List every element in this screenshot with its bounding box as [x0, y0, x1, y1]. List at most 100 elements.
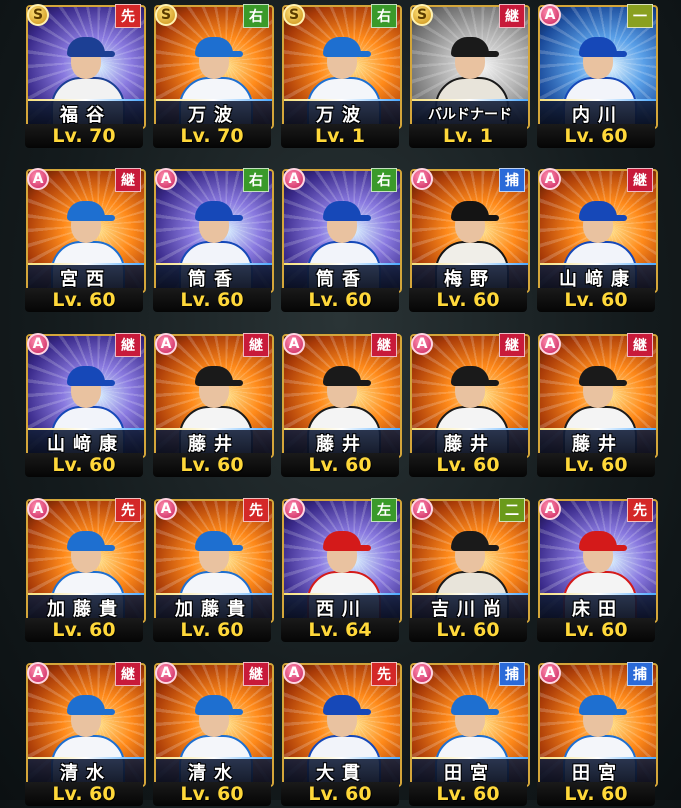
level-label: Lv. 60 — [537, 453, 655, 477]
name-bar: 藤井 — [156, 428, 272, 456]
rank-badge: A — [155, 498, 177, 520]
player-card[interactable]: 藤井 A 継 Lv. 60 — [153, 331, 274, 479]
level-label: Lv. 60 — [409, 453, 527, 477]
position-badge: 先 — [115, 4, 141, 28]
player-card[interactable]: 福谷 S 先 Lv. 70 — [25, 2, 146, 150]
rank-badge: A — [283, 168, 305, 190]
position-badge: 継 — [243, 333, 269, 357]
player-card[interactable]: 加藤貴 A 先 Lv. 60 — [25, 496, 146, 644]
name-bar: 吉川尚 — [412, 593, 528, 621]
position-badge: 継 — [243, 662, 269, 686]
player-cap — [67, 37, 115, 57]
level-label: Lv. 60 — [25, 782, 143, 806]
player-card[interactable]: 万波 S 右 Lv. 1 — [281, 2, 402, 150]
player-cap — [579, 531, 627, 551]
position-badge: 継 — [499, 333, 525, 357]
rank-badge: A — [283, 498, 305, 520]
name-bar: 藤井 — [540, 428, 656, 456]
rank-badge: A — [539, 498, 561, 520]
position-badge: 右 — [371, 168, 397, 192]
name-bar: 万波 — [284, 99, 400, 127]
level-label: Lv. 60 — [281, 782, 399, 806]
name-bar: 清水 — [28, 757, 144, 785]
player-card[interactable]: 藤井 A 継 Lv. 60 — [537, 331, 658, 479]
position-badge: 継 — [627, 333, 653, 357]
player-cap — [195, 366, 243, 386]
player-card[interactable]: バルドナード S 継 Lv. 1 — [409, 2, 530, 150]
player-card[interactable]: 西川 A 左 Lv. 64 — [281, 496, 402, 644]
player-card[interactable]: 筒香 A 右 Lv. 60 — [153, 166, 274, 314]
level-label: Lv. 60 — [537, 618, 655, 642]
name-bar: 梅野 — [412, 263, 528, 291]
position-badge: 継 — [115, 662, 141, 686]
player-name: バルドナード — [428, 107, 512, 123]
position-badge: 継 — [371, 333, 397, 357]
player-cap — [579, 366, 627, 386]
player-cap — [579, 695, 627, 715]
player-card[interactable]: 加藤貴 A 先 Lv. 60 — [153, 496, 274, 644]
player-cap — [451, 201, 499, 221]
player-card[interactable]: 清水 A 継 Lv. 60 — [25, 660, 146, 808]
name-bar: 床田 — [540, 593, 656, 621]
player-card[interactable]: 万波 S 右 Lv. 70 — [153, 2, 274, 150]
rank-badge: A — [27, 498, 49, 520]
level-label: Lv. 60 — [153, 782, 271, 806]
level-label: Lv. 60 — [409, 618, 527, 642]
level-label: Lv. 60 — [153, 288, 271, 312]
player-card[interactable]: 山﨑康 A 継 Lv. 60 — [537, 166, 658, 314]
player-card[interactable]: 山﨑康 A 継 Lv. 60 — [25, 331, 146, 479]
position-badge: 先 — [115, 498, 141, 522]
rank-badge: A — [411, 662, 433, 684]
name-bar: 藤井 — [412, 428, 528, 456]
position-badge: 捕 — [499, 662, 525, 686]
player-cap — [67, 695, 115, 715]
player-card[interactable]: 大貫 A 先 Lv. 60 — [281, 660, 402, 808]
level-label: Lv. 64 — [281, 618, 399, 642]
player-card[interactable]: 田宮 A 捕 Lv. 60 — [409, 660, 530, 808]
rank-badge: S — [27, 4, 49, 26]
rank-badge: A — [411, 498, 433, 520]
name-bar: 福谷 — [28, 99, 144, 127]
name-bar: 内川 — [540, 99, 656, 127]
rank-badge: A — [27, 662, 49, 684]
position-badge: 先 — [243, 498, 269, 522]
player-card[interactable]: 藤井 A 継 Lv. 60 — [409, 331, 530, 479]
position-badge: 先 — [371, 662, 397, 686]
name-bar: 万波 — [156, 99, 272, 127]
player-cap — [451, 695, 499, 715]
player-card[interactable]: 清水 A 継 Lv. 60 — [153, 660, 274, 808]
player-cap — [451, 531, 499, 551]
player-card[interactable]: 内川 A 一 Lv. 60 — [537, 2, 658, 150]
rank-badge: A — [155, 168, 177, 190]
level-label: Lv. 1 — [281, 124, 399, 148]
name-bar: 田宮 — [540, 757, 656, 785]
player-card[interactable]: 筒香 A 右 Lv. 60 — [281, 166, 402, 314]
name-bar: 加藤貴 — [156, 593, 272, 621]
position-badge: 捕 — [499, 168, 525, 192]
rank-badge: S — [411, 4, 433, 26]
position-badge: 右 — [243, 168, 269, 192]
player-card[interactable]: 宮西 A 継 Lv. 60 — [25, 166, 146, 314]
player-cap — [195, 531, 243, 551]
level-label: Lv. 60 — [25, 618, 143, 642]
player-card[interactable]: 梅野 A 捕 Lv. 60 — [409, 166, 530, 314]
position-badge: 継 — [115, 333, 141, 357]
name-bar: 宮西 — [28, 263, 144, 291]
name-bar: 西川 — [284, 593, 400, 621]
player-cap — [323, 695, 371, 715]
player-card[interactable]: 吉川尚 A 二 Lv. 60 — [409, 496, 530, 644]
position-badge: 右 — [371, 4, 397, 28]
player-card[interactable]: 藤井 A 継 Lv. 60 — [281, 331, 402, 479]
rank-badge: A — [539, 333, 561, 355]
player-card[interactable]: 田宮 A 捕 Lv. 60 — [537, 660, 658, 808]
level-label: Lv. 60 — [537, 782, 655, 806]
player-card[interactable]: 床田 A 先 Lv. 60 — [537, 496, 658, 644]
rank-badge: A — [27, 333, 49, 355]
name-bar: バルドナード — [412, 99, 528, 127]
position-badge: 継 — [627, 168, 653, 192]
level-label: Lv. 60 — [153, 618, 271, 642]
player-cap — [579, 37, 627, 57]
player-cap — [195, 37, 243, 57]
position-badge: 右 — [243, 4, 269, 28]
position-badge: 捕 — [627, 662, 653, 686]
